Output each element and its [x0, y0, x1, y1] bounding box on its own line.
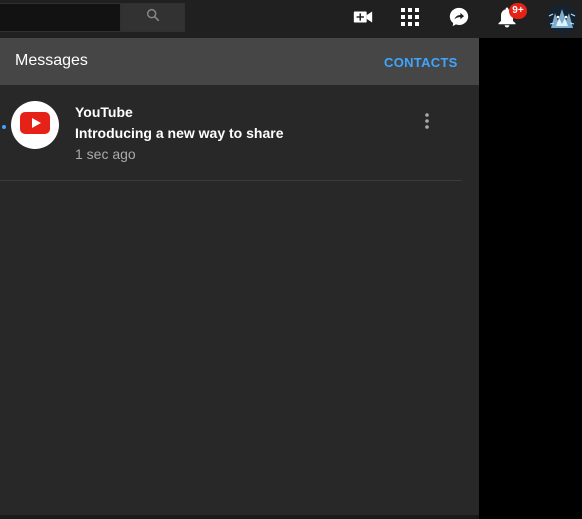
notification-count-badge: 9+ [509, 3, 527, 19]
message-item[interactable]: YouTube Introducing a new way to share 1… [0, 85, 462, 181]
message-text: Introducing a new way to share [75, 125, 284, 141]
search-input[interactable] [0, 3, 121, 32]
search-button[interactable] [121, 3, 185, 32]
avatar-image [547, 4, 577, 34]
panel-title: Messages [15, 52, 88, 69]
account-avatar[interactable] [547, 4, 577, 34]
sender-name: YouTube [75, 104, 133, 120]
masthead: 9+ [0, 0, 582, 38]
apps-button[interactable] [398, 7, 422, 31]
more-actions-button[interactable] [417, 111, 437, 135]
panel-bottom-edge [0, 515, 479, 519]
sender-avatar [11, 101, 59, 149]
search-icon [145, 7, 161, 28]
unread-indicator [2, 125, 6, 129]
messages-panel: Messages CONTACTS YouTube Introducing a … [0, 38, 479, 519]
more-vertical-icon [425, 112, 429, 134]
contacts-link[interactable]: CONTACTS [384, 55, 458, 70]
messages-share-icon [448, 6, 470, 33]
page: 9+ Messages CONTACTS YouTube Introducing… [0, 0, 582, 519]
apps-grid-icon [401, 7, 419, 31]
create-video-button[interactable] [351, 7, 375, 31]
youtube-logo-icon [20, 111, 50, 139]
messages-panel-header: Messages CONTACTS [0, 38, 479, 85]
messages-button[interactable] [447, 7, 471, 31]
video-camera-plus-icon [352, 6, 374, 33]
message-timestamp: 1 sec ago [75, 146, 136, 162]
